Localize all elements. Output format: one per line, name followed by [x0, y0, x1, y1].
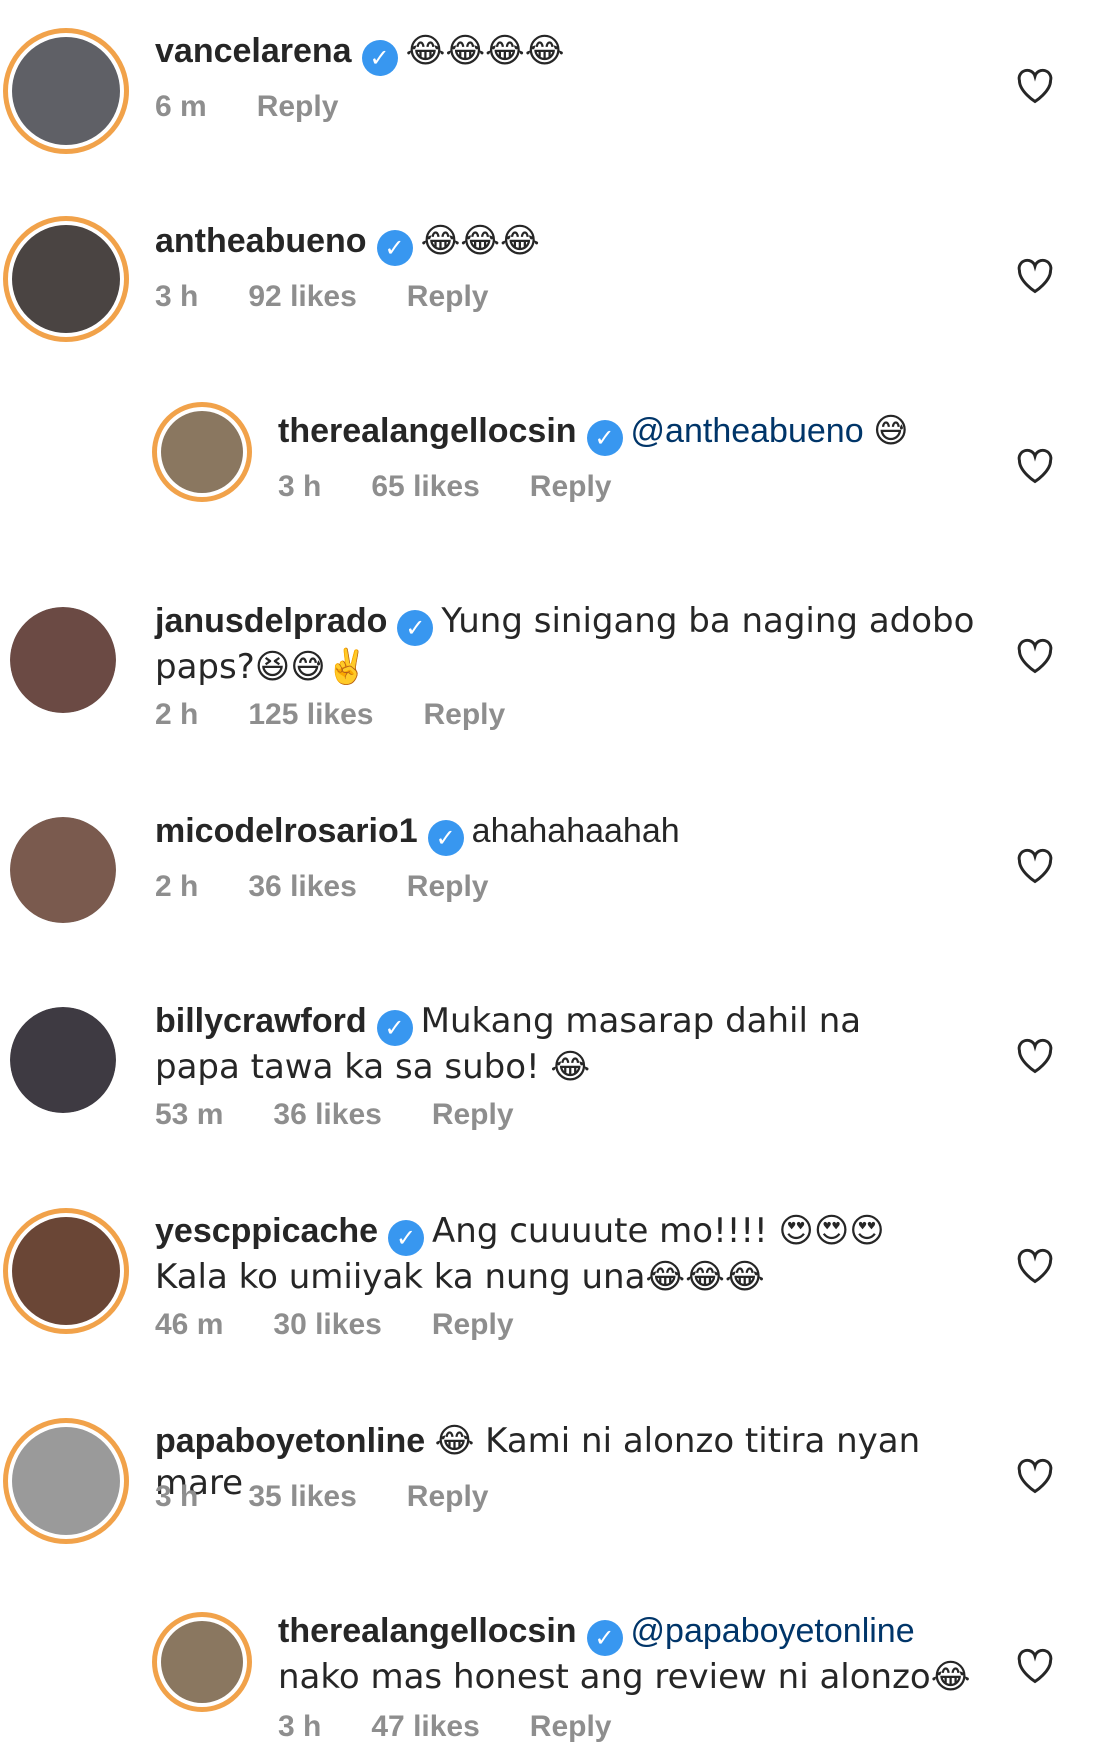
heart-outline-icon[interactable]: [1015, 1038, 1055, 1074]
username[interactable]: papaboyetonline: [155, 1422, 425, 1460]
username[interactable]: micodelrosario1: [155, 812, 418, 850]
heart-outline-icon[interactable]: [1015, 448, 1055, 484]
like-count[interactable]: 65 likes: [371, 470, 479, 503]
comment-meta: 3 h 65 likes Reply: [278, 470, 662, 504]
timestamp: 3 h: [278, 470, 322, 503]
reply-button[interactable]: Reply: [257, 90, 339, 123]
like-count[interactable]: 47 likes: [371, 1710, 479, 1743]
timestamp: 3 h: [155, 280, 199, 313]
username[interactable]: therealangellocsin: [278, 1612, 577, 1650]
avatar[interactable]: [10, 817, 116, 923]
timestamp: 2 h: [155, 870, 199, 903]
comment-text: billycrawford ✓ Mukang masarap dahil na pa…: [155, 1000, 955, 1088]
heart-outline-icon[interactable]: [1015, 1248, 1055, 1284]
heart-outline-icon[interactable]: [1015, 68, 1055, 104]
verified-badge-icon: ✓: [586, 420, 623, 456]
reply-button[interactable]: Reply: [432, 1098, 514, 1131]
like-count[interactable]: 125 likes: [248, 698, 373, 731]
comment-text: micodelrosario1 ✓ ahahahaahah: [155, 810, 975, 856]
avatar[interactable]: [10, 1007, 116, 1113]
like-count[interactable]: 36 likes: [248, 870, 356, 903]
comment-meta: 3 h 35 likes Reply: [155, 1480, 539, 1514]
comment-meta: 53 m 36 likes Reply: [155, 1098, 564, 1132]
reply-button[interactable]: Reply: [407, 280, 489, 313]
heart-outline-icon[interactable]: [1015, 1458, 1055, 1494]
verified-badge-icon: ✓: [376, 230, 413, 266]
avatar[interactable]: [3, 1418, 129, 1544]
avatar[interactable]: [10, 607, 116, 713]
heart-outline-icon[interactable]: [1015, 258, 1055, 294]
avatar[interactable]: [152, 1612, 252, 1712]
avatar[interactable]: [152, 402, 252, 502]
verified-badge-icon: ✓: [586, 1620, 623, 1656]
username[interactable]: yescppicache: [155, 1212, 378, 1250]
comment-meta: 2 h 36 likes Reply: [155, 870, 539, 904]
reply-button[interactable]: Reply: [530, 470, 612, 503]
username[interactable]: therealangellocsin: [278, 412, 577, 450]
reply-button[interactable]: Reply: [530, 1710, 612, 1743]
mention-link[interactable]: @antheabueno: [631, 412, 864, 450]
comment-body: ahahahaahah: [471, 812, 680, 850]
verified-badge-icon: ✓: [397, 610, 434, 646]
heart-outline-icon[interactable]: [1015, 848, 1055, 884]
comment-text: yescppicache ✓ Ang cuuuute mo!!!! 😍😍😍 Kala…: [155, 1210, 965, 1298]
comment-text: vancelarena ✓ 😂😂😂😂: [155, 30, 975, 76]
comment-meta: 46 m 30 likes Reply: [155, 1308, 564, 1342]
comment-meta: 2 h 125 likes Reply: [155, 698, 555, 732]
comment-text: antheabueno ✓ 😂😂😂: [155, 220, 975, 266]
verified-badge-icon: ✓: [361, 40, 398, 76]
comment-body: 😅: [873, 411, 909, 451]
verified-badge-icon: ✓: [427, 820, 464, 856]
heart-outline-icon[interactable]: [1015, 638, 1055, 674]
reply-button[interactable]: Reply: [407, 1480, 489, 1513]
comment-text: therealangellocsin ✓ @antheabueno 😅: [278, 410, 978, 456]
comment-text: janusdelprado ✓ Yung sinigang ba naging ad…: [155, 600, 975, 688]
like-count[interactable]: 92 likes: [248, 280, 356, 313]
timestamp: 6 m: [155, 90, 207, 123]
heart-outline-icon[interactable]: [1015, 1648, 1055, 1684]
timestamp: 2 h: [155, 698, 199, 731]
comment-meta: 3 h 92 likes Reply: [155, 280, 539, 314]
comment-body: 😂😂😂: [420, 221, 540, 261]
reply-button[interactable]: Reply: [407, 870, 489, 903]
avatar[interactable]: [3, 28, 129, 154]
verified-badge-icon: ✓: [388, 1220, 425, 1256]
timestamp: 3 h: [155, 1480, 199, 1513]
mention-link[interactable]: @papaboyetonline: [631, 1612, 915, 1650]
comment-text: therealangellocsin ✓ @papaboyetonline nako …: [278, 1610, 978, 1698]
verified-badge-icon: ✓: [376, 1010, 413, 1046]
like-count[interactable]: 35 likes: [248, 1480, 356, 1513]
username[interactable]: vancelarena: [155, 32, 352, 70]
username[interactable]: billycrawford: [155, 1002, 367, 1040]
timestamp: 53 m: [155, 1098, 224, 1131]
timestamp: 46 m: [155, 1308, 224, 1341]
comment-body: nako mas honest ang review ni alonzo😂: [278, 1657, 971, 1697]
avatar[interactable]: [3, 216, 129, 342]
reply-button[interactable]: Reply: [432, 1308, 514, 1341]
comment-meta: 6 m Reply: [155, 90, 388, 124]
comment-body: 😂😂😂😂: [405, 31, 565, 71]
username[interactable]: janusdelprado: [155, 602, 387, 640]
like-count[interactable]: 30 likes: [273, 1308, 381, 1341]
username[interactable]: antheabueno: [155, 222, 367, 260]
avatar[interactable]: [3, 1208, 129, 1334]
reply-button[interactable]: Reply: [423, 698, 505, 731]
comment-meta: 3 h 47 likes Reply: [278, 1710, 662, 1744]
timestamp: 3 h: [278, 1710, 322, 1743]
like-count[interactable]: 36 likes: [273, 1098, 381, 1131]
